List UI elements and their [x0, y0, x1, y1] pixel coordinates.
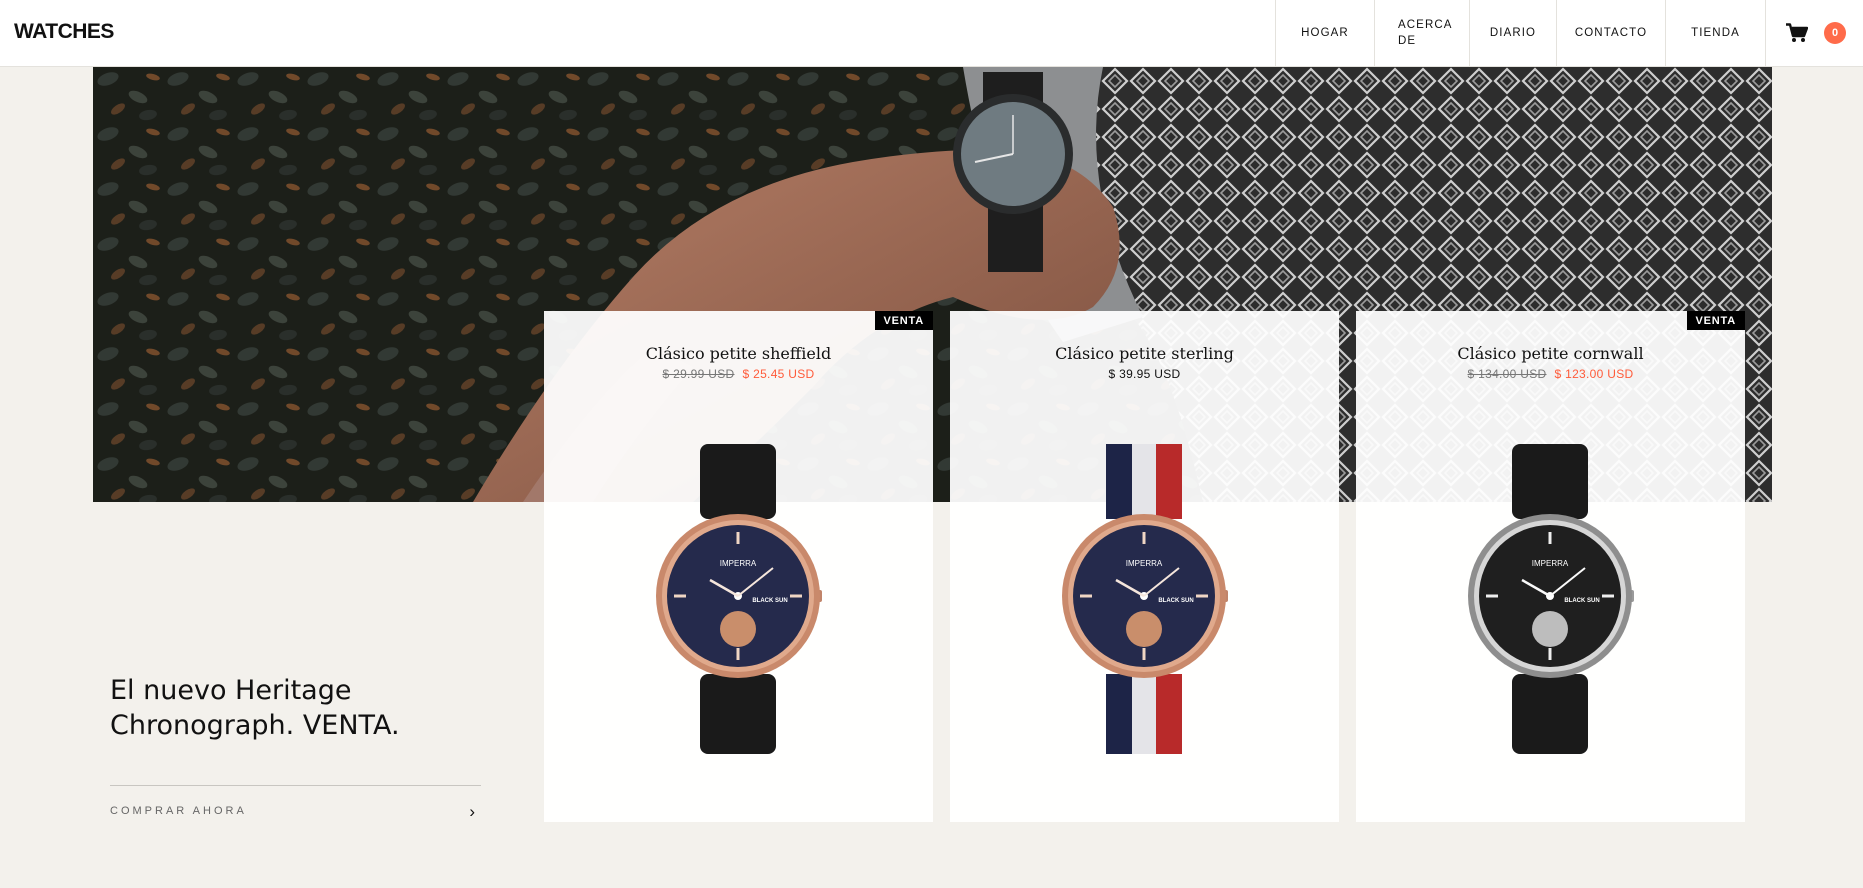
nav-diario[interactable]: DIARIO — [1469, 0, 1556, 66]
watch-model-text: BLACK SUN — [752, 598, 787, 604]
product-image: IMPERRA BLACK SUN — [1468, 444, 1634, 754]
product-card-cornwall[interactable]: VENTA Clásico petite cornwall $ 134.00 U… — [1356, 311, 1745, 822]
nav-hogar[interactable]: HOGAR — [1275, 0, 1374, 66]
cart-button[interactable]: 0 — [1765, 0, 1863, 66]
chevron-right-icon: › — [469, 802, 475, 821]
regular-price: $ 39.95 USD — [1108, 367, 1181, 381]
product-title[interactable]: Clásico petite sheffield — [544, 344, 933, 363]
product-image: IMPERRA BLACK SUN — [1062, 444, 1228, 754]
product-card-sterling[interactable]: Clásico petite sterling $ 39.95 USD IMPE… — [950, 311, 1339, 822]
nav-acerca-de-label: ACERCA DE — [1398, 19, 1452, 47]
product-image: IMPERRA BLACK SUN — [656, 444, 822, 754]
watch-brand-text: IMPERRA — [1126, 559, 1163, 568]
nav-tienda[interactable]: TIENDA — [1665, 0, 1765, 66]
sale-badge: VENTA — [1686, 311, 1745, 330]
shop-now-label: COMPRAR AHORA — [110, 805, 247, 817]
watch-model-text: BLACK SUN — [1564, 598, 1599, 604]
nav-contacto[interactable]: CONTACTO — [1556, 0, 1665, 66]
sale-badge: VENTA — [874, 311, 933, 330]
watch-brand-text: IMPERRA — [720, 559, 757, 568]
cart-count-badge: 0 — [1824, 22, 1846, 44]
sale-price: $ 25.45 USD — [742, 367, 815, 381]
price-row: $ 134.00 USD $ 123.00 USD — [1356, 367, 1745, 381]
nav-acerca-de[interactable]: ACERCA DE — [1374, 0, 1469, 66]
watch-brand-text: IMPERRA — [1532, 559, 1569, 568]
site-logo[interactable]: WATCHES — [14, 20, 114, 44]
original-price: $ 134.00 USD — [1467, 367, 1547, 381]
product-title[interactable]: Clásico petite sterling — [950, 344, 1339, 363]
price-row: $ 29.99 USD $ 25.45 USD — [544, 367, 933, 381]
original-price: $ 29.99 USD — [662, 367, 735, 381]
promo-divider — [110, 785, 481, 786]
product-card-sheffield[interactable]: VENTA Clásico petite sheffield $ 29.99 U… — [544, 311, 933, 822]
promo-headline: El nuevo Heritage Chronograph. VENTA. — [110, 675, 400, 741]
site-header: WATCHES HOGAR ACERCA DE DIARIO CONTACTO … — [0, 0, 1863, 67]
cart-icon — [1786, 23, 1808, 42]
sale-price: $ 123.00 USD — [1554, 367, 1634, 381]
shop-now-link[interactable]: COMPRAR AHORA › — [110, 800, 481, 824]
price-row: $ 39.95 USD — [950, 367, 1339, 381]
watch-model-text: BLACK SUN — [1158, 598, 1193, 604]
product-title[interactable]: Clásico petite cornwall — [1356, 344, 1745, 363]
